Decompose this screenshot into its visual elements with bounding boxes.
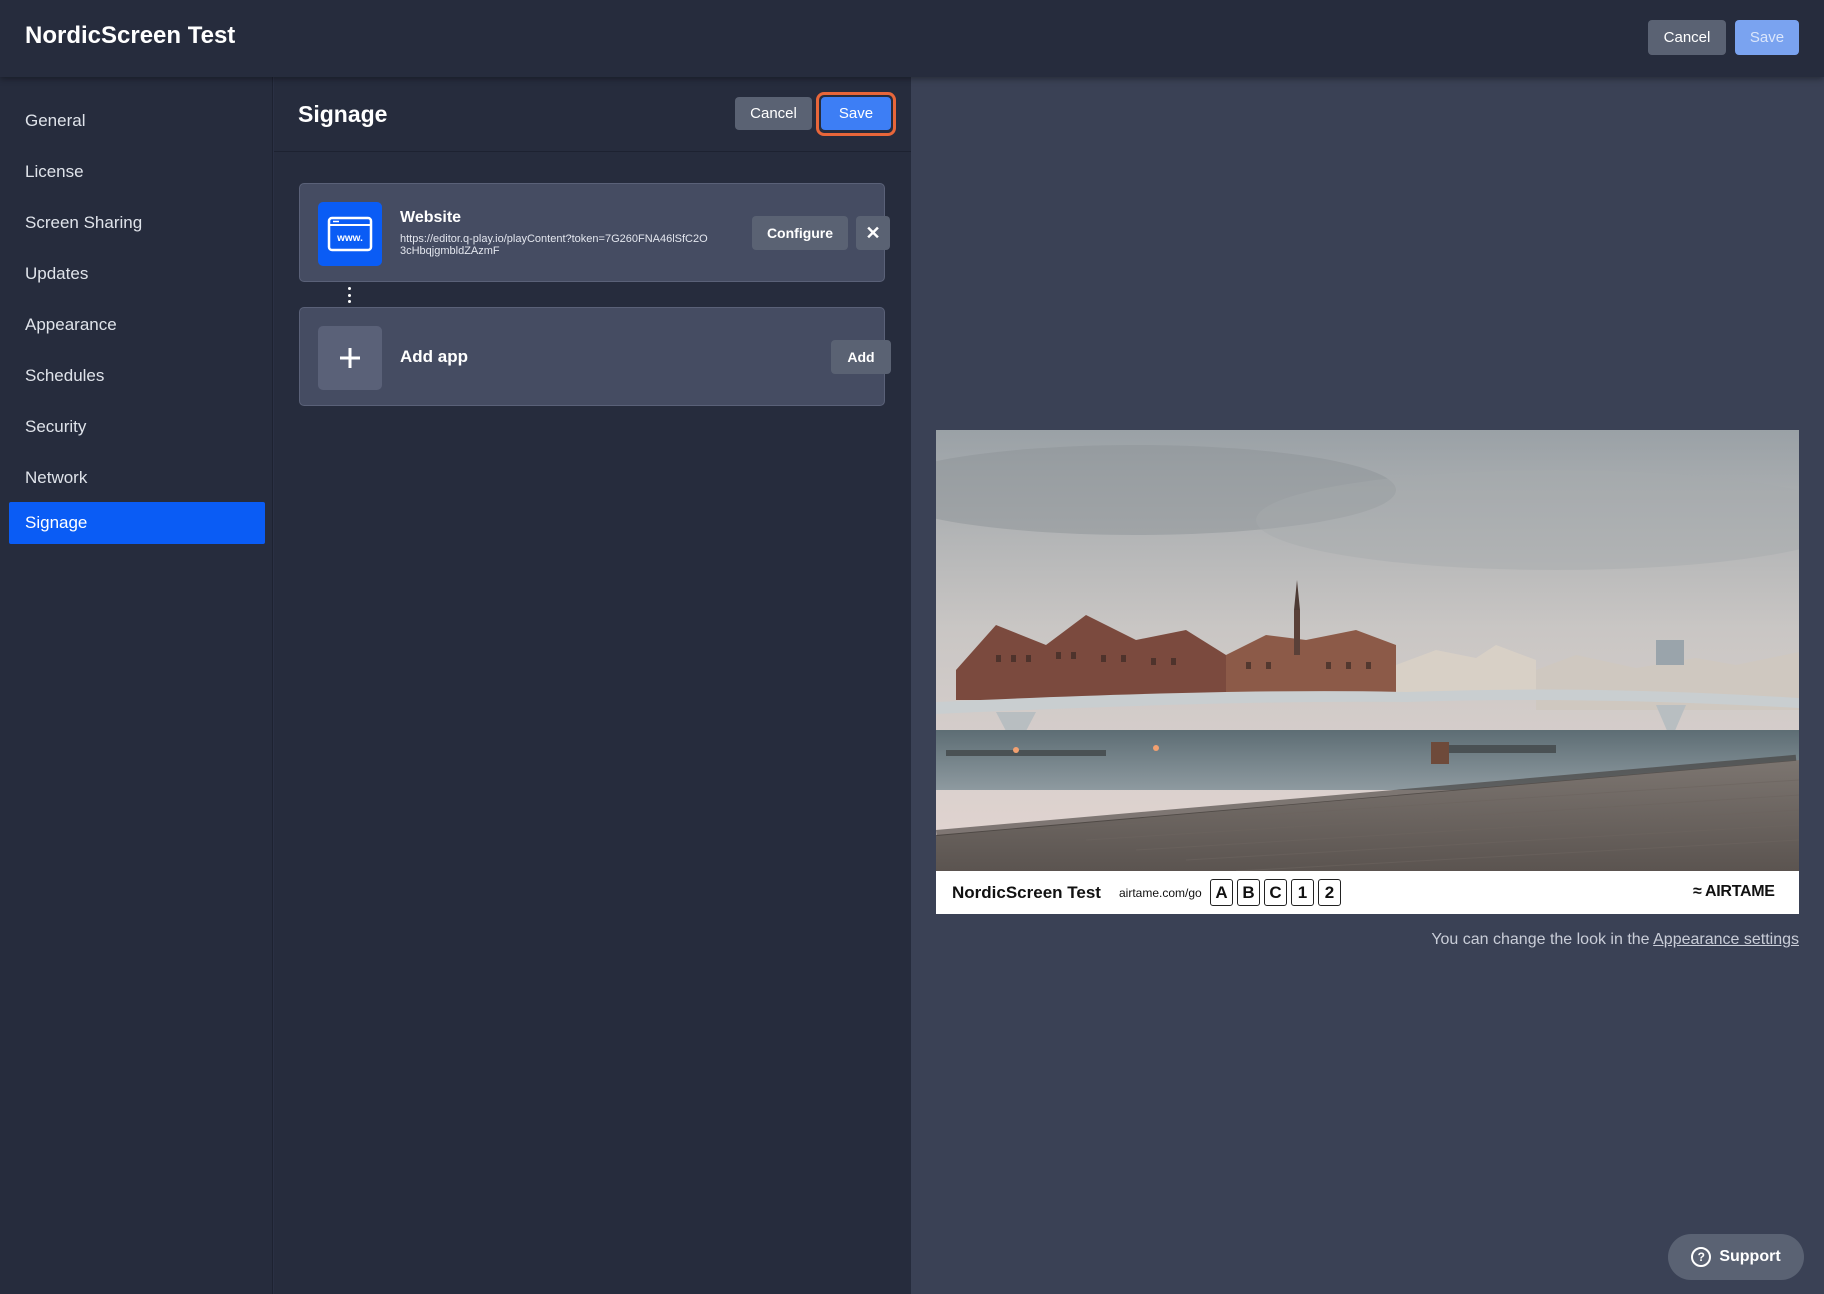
app-url: https://editor.q-play.io/playContent?tok… [400, 233, 708, 257]
sidebar-item-schedules[interactable]: Schedules [9, 355, 265, 397]
app-card-website: www. Website https://editor.q-play.io/pl… [299, 183, 890, 282]
drag-handle-icon[interactable] [345, 287, 353, 303]
signage-panel: Signage Cancel Save www. Website https:/… [274, 77, 911, 1294]
sidebar-item-license[interactable]: License [9, 151, 265, 193]
plus-icon [318, 326, 382, 390]
code-char: C [1264, 879, 1287, 906]
hint-text: You can change the look in the [1431, 931, 1654, 948]
settings-sidebar: General License Screen Sharing Updates A… [0, 77, 273, 1294]
connect-url: airtame.com/go [1119, 886, 1202, 900]
question-circle-icon: ? [1691, 1247, 1712, 1267]
sidebar-item-security[interactable]: Security [9, 406, 265, 448]
support-label: Support [1719, 1248, 1781, 1265]
app-title: Website [400, 209, 462, 226]
panel-header: Signage Cancel Save [274, 77, 911, 152]
www-icon: www. [318, 202, 382, 266]
appearance-hint: You can change the look in the Appearanc… [936, 931, 1799, 949]
preview-footer: NordicScreen Test airtame.com/go A B C 1… [936, 871, 1799, 914]
header-cancel-button[interactable]: Cancel [1648, 20, 1726, 55]
panel-title: Signage [298, 101, 388, 127]
signage-preview: NordicScreen Test airtame.com/go A B C 1… [936, 430, 1799, 914]
sidebar-item-signage[interactable]: Signage [9, 502, 265, 544]
remove-app-button[interactable]: ✕ [856, 216, 890, 250]
header-save-button[interactable]: Save [1735, 20, 1799, 55]
device-title: NordicScreen Test [25, 22, 236, 49]
appearance-settings-link[interactable]: Appearance settings [1653, 931, 1799, 948]
top-bar: NordicScreen Test Cancel Save [0, 0, 1824, 77]
code-char: 2 [1318, 879, 1341, 906]
code-char: 1 [1291, 879, 1314, 906]
add-app-button[interactable]: Add [831, 340, 891, 374]
preview-area: NordicScreen Test airtame.com/go A B C 1… [911, 77, 1824, 1294]
add-app-card: Add app Add [299, 307, 891, 406]
sidebar-item-general[interactable]: General [9, 100, 265, 142]
configure-button[interactable]: Configure [752, 216, 848, 250]
support-button[interactable]: ? Support [1668, 1234, 1804, 1280]
svg-text:www.: www. [336, 233, 363, 244]
background-photo [936, 430, 1799, 871]
sidebar-item-updates[interactable]: Updates [9, 253, 265, 295]
sidebar-item-network[interactable]: Network [9, 457, 265, 499]
sidebar-item-screen-sharing[interactable]: Screen Sharing [9, 202, 265, 244]
code-char: A [1210, 879, 1233, 906]
airtame-logo: ≈ AIRTAME [1693, 883, 1775, 900]
add-app-title: Add app [400, 347, 468, 366]
signage-save-button[interactable]: Save [821, 97, 891, 130]
code-char: B [1237, 879, 1260, 906]
preview-device-name: NordicScreen Test [952, 883, 1101, 902]
signage-cancel-button[interactable]: Cancel [735, 97, 812, 130]
sidebar-item-appearance[interactable]: Appearance [9, 304, 265, 346]
